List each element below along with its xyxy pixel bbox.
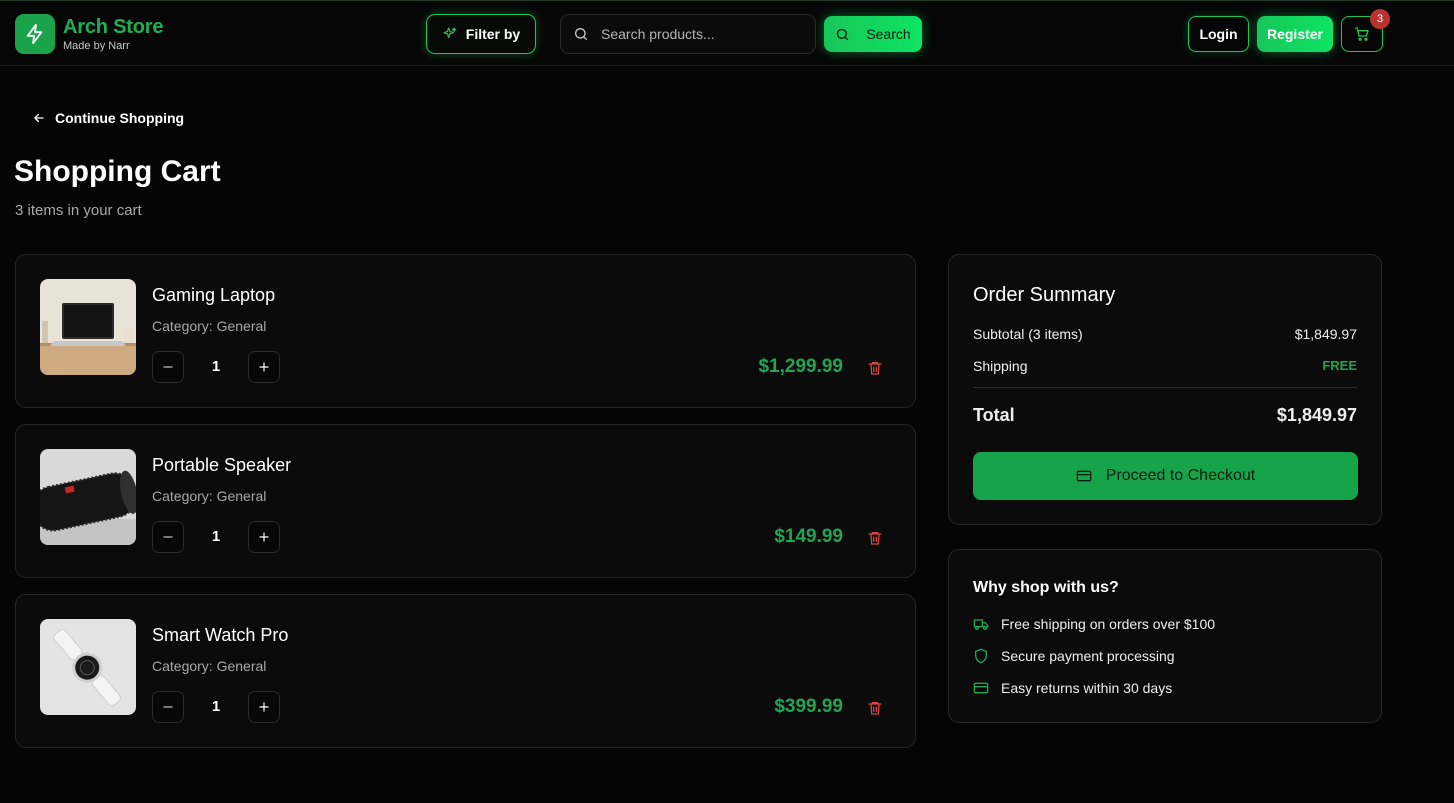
cart-item: Gaming Laptop Category: General 1 $1,299…: [15, 254, 916, 408]
quantity-value: 1: [211, 358, 221, 375]
shipping-label: Shipping: [973, 358, 1028, 374]
credit-card-icon: [973, 682, 989, 694]
minus-icon: [163, 706, 173, 708]
continue-shopping-link[interactable]: Continue Shopping: [32, 109, 184, 127]
remove-item-button[interactable]: [866, 359, 884, 377]
subtotal-row: Subtotal (3 items) $1,849.97: [973, 326, 1357, 342]
search-field[interactable]: [560, 14, 816, 54]
brand-name[interactable]: Arch Store: [63, 16, 163, 39]
shipping-value: FREE: [1322, 358, 1357, 373]
search-button-label: Search: [866, 26, 911, 42]
item-price: $1,299.99: [758, 356, 843, 377]
minus-icon: [163, 536, 173, 538]
cart-item: Portable Speaker Category: General 1 $14…: [15, 424, 916, 578]
shipping-row: Shipping FREE: [973, 358, 1357, 374]
checkout-label: Proceed to Checkout: [1105, 467, 1256, 484]
order-summary-title: Order Summary: [973, 284, 1116, 306]
item-name[interactable]: Gaming Laptop: [152, 285, 275, 306]
benefit-item: Secure payment processing: [973, 648, 1175, 664]
search-icon: [575, 28, 587, 40]
continue-shopping-label: Continue Shopping: [55, 110, 185, 126]
increase-quantity-button[interactable]: [248, 521, 280, 553]
shopping-cart-icon: [1354, 27, 1369, 41]
search-icon: [837, 28, 849, 40]
why-shop-title: Why shop with us?: [973, 579, 1119, 596]
total-label: Total: [973, 405, 1015, 425]
benefit-text: Secure payment processing: [1001, 648, 1175, 664]
proceed-to-checkout-button[interactable]: Proceed to Checkout: [973, 452, 1358, 500]
increase-quantity-button[interactable]: [248, 351, 280, 383]
cart-count-badge: 3: [1370, 9, 1390, 29]
decrease-quantity-button[interactable]: [152, 351, 184, 383]
speaker-image[interactable]: [40, 449, 136, 545]
truck-icon: [973, 619, 989, 630]
summary-divider: [973, 387, 1357, 388]
item-category: Category: General: [152, 488, 267, 504]
plus-icon: [259, 362, 269, 372]
subtotal-label: Subtotal (3 items): [973, 326, 1083, 342]
trash-icon: [868, 532, 882, 545]
decrease-quantity-button[interactable]: [152, 691, 184, 723]
filter-label: Filter by: [465, 26, 521, 42]
search-button[interactable]: Search: [824, 16, 922, 52]
benefit-item: Free shipping on orders over $100: [973, 616, 1215, 632]
quantity-value: 1: [211, 528, 221, 545]
remove-item-button[interactable]: [866, 529, 884, 547]
benefit-text: Free shipping on orders over $100: [1001, 616, 1216, 632]
plus-icon: [259, 702, 269, 712]
minus-icon: [163, 366, 173, 368]
subtotal-value: $1,849.97: [1294, 326, 1357, 342]
search-input[interactable]: [601, 26, 801, 42]
laptop-image[interactable]: [40, 279, 136, 375]
cart-item: Smart Watch Pro Category: General 1 $399…: [15, 594, 916, 748]
shield-icon: [975, 648, 987, 664]
total-value: $1,849.97: [1276, 405, 1357, 425]
smartwatch-image[interactable]: [40, 619, 136, 715]
arrow-left-icon: [34, 113, 44, 123]
item-category: Category: General: [152, 318, 267, 334]
credit-card-icon: [1076, 470, 1092, 482]
total-row: Total $1,849.97: [973, 405, 1357, 426]
lightning-logo-icon[interactable]: [15, 14, 55, 54]
plus-icon: [259, 532, 269, 542]
item-category: Category: General: [152, 658, 267, 674]
sparkles-icon: [443, 27, 457, 38]
decrease-quantity-button[interactable]: [152, 521, 184, 553]
cart-item-count: 3 items in your cart: [15, 202, 142, 219]
trash-icon: [868, 702, 882, 715]
brand-subtitle: Made by Narr: [63, 40, 130, 52]
item-name[interactable]: Smart Watch Pro: [152, 625, 288, 646]
item-price: $149.99: [774, 526, 843, 547]
increase-quantity-button[interactable]: [248, 691, 280, 723]
remove-item-button[interactable]: [866, 699, 884, 717]
benefit-text: Easy returns within 30 days: [1001, 680, 1173, 696]
login-button[interactable]: Login: [1188, 16, 1249, 52]
why-shop-card: Why shop with us? Free shipping on order…: [948, 549, 1382, 723]
page-title: Shopping Cart: [14, 155, 221, 188]
item-price: $399.99: [774, 696, 843, 717]
order-summary-card: Order Summary Subtotal (3 items) $1,849.…: [948, 254, 1382, 525]
item-name[interactable]: Portable Speaker: [152, 455, 291, 476]
quantity-value: 1: [211, 698, 221, 715]
benefit-item: Easy returns within 30 days: [973, 680, 1172, 696]
filter-button[interactable]: Filter by: [426, 14, 536, 54]
top-navbar: Arch Store Made by Narr Filter by Search…: [0, 0, 1454, 66]
trash-icon: [868, 362, 882, 375]
register-button[interactable]: Register: [1257, 16, 1333, 52]
